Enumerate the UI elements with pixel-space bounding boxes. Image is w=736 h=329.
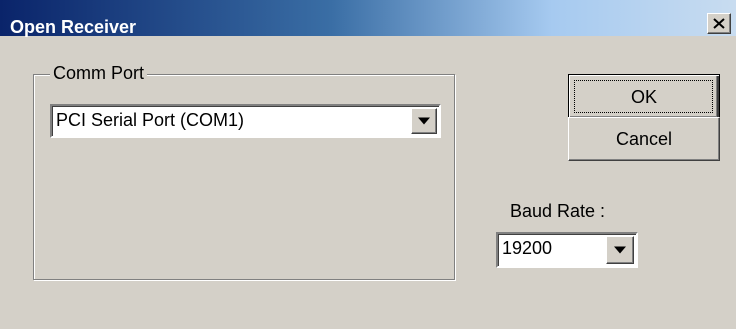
- open-receiver-dialog: Open Receiver Comm Port PCI Serial Port …: [0, 0, 736, 329]
- cancel-button-label: Cancel: [615, 129, 673, 149]
- ok-button[interactable]: OK: [568, 74, 720, 120]
- close-icon: [713, 18, 725, 29]
- cancel-button[interactable]: Cancel: [568, 117, 720, 161]
- title-bar[interactable]: Open Receiver: [0, 0, 736, 37]
- close-button[interactable]: [707, 13, 731, 34]
- comm-port-dropdown-button[interactable]: [411, 108, 437, 134]
- comm-port-group-label: Comm Port: [50, 62, 148, 84]
- baud-rate-select[interactable]: 19200: [496, 232, 638, 268]
- ok-button-label: OK: [630, 87, 657, 107]
- baud-rate-dropdown-button[interactable]: [606, 236, 634, 264]
- comm-port-select[interactable]: PCI Serial Port (COM1): [50, 104, 441, 138]
- window-title: Open Receiver: [10, 17, 137, 37]
- baud-rate-label: Baud Rate :: [510, 201, 606, 221]
- baud-rate-selected-value: 19200: [502, 238, 553, 258]
- chevron-down-icon: [418, 117, 430, 125]
- chevron-down-icon: [614, 246, 626, 254]
- comm-port-selected-value: PCI Serial Port (COM1): [56, 110, 245, 130]
